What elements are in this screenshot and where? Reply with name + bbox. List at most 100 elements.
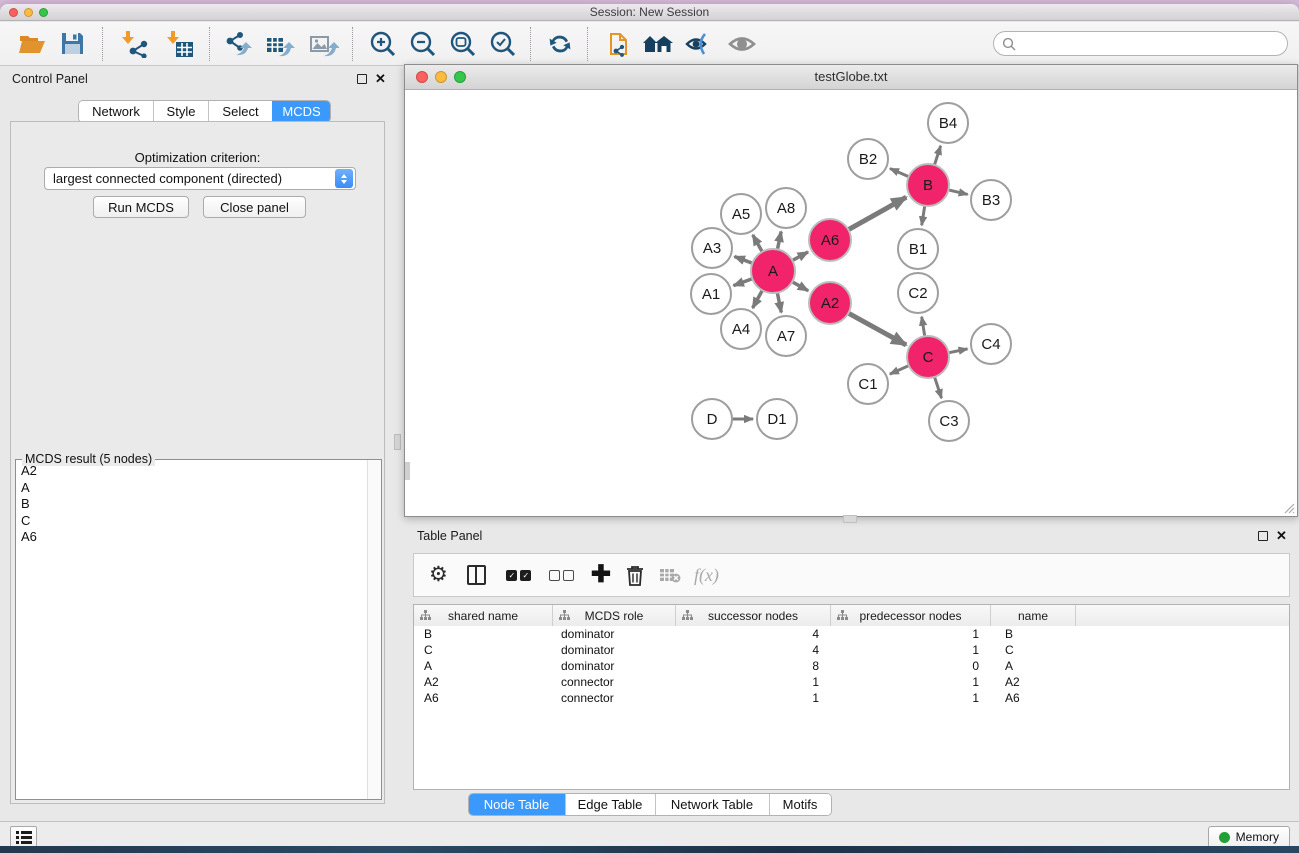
open-file-icon[interactable] [12,25,52,63]
network-window-titlebar[interactable]: testGlobe.txt [405,65,1297,90]
node-B3[interactable]: B3 [971,180,1011,220]
edge-A-A4[interactable] [753,289,764,308]
table-row[interactable]: Bdominator41B [414,626,1289,642]
resize-grip-icon[interactable] [1283,502,1295,514]
result-list-item[interactable]: C [17,513,366,530]
column-header-name[interactable]: name [991,605,1076,626]
result-list-item[interactable]: A6 [17,529,366,546]
edge-A6-B[interactable] [847,197,907,230]
delete-column-icon[interactable] [626,560,644,590]
node-C3[interactable]: C3 [929,401,969,441]
edge-A-A2[interactable] [790,281,808,291]
tab-network[interactable]: Network [79,101,153,122]
import-network-icon[interactable] [115,25,155,63]
node-A5[interactable]: A5 [721,194,761,234]
show-graphics-icon[interactable] [722,25,762,63]
result-scrollbar[interactable] [367,460,381,799]
node-B2[interactable]: B2 [848,139,888,179]
import-table-icon[interactable] [160,25,200,63]
edge-C-C3[interactable] [934,375,942,398]
tab-node-table[interactable]: Node Table [469,794,565,815]
node-C1[interactable]: C1 [848,364,888,404]
node-A6[interactable]: A6 [809,219,851,261]
edge-A-A7[interactable] [777,291,781,313]
edge-B-B2[interactable] [890,169,911,178]
close-panel-button[interactable]: Close panel [203,196,306,218]
node-A7[interactable]: A7 [766,316,806,356]
tab-network-table[interactable]: Network Table [655,794,769,815]
column-header-shared-name[interactable]: shared name [414,605,553,626]
node-A2[interactable]: A2 [809,282,851,324]
settings-gear-icon[interactable]: ⚙ [429,560,448,590]
function-builder-icon[interactable]: f(x) [694,560,719,590]
result-list-item[interactable]: A2 [17,463,366,480]
node-B[interactable]: B [907,164,949,206]
edge-C-C1[interactable] [890,365,911,374]
edge-B-B1[interactable] [922,204,925,226]
edge-B-B4[interactable] [934,146,941,167]
tab-mcds[interactable]: MCDS [272,101,330,122]
deselect-all-icon[interactable] [548,560,576,590]
node-A4[interactable]: A4 [721,309,761,349]
edge-A2-C[interactable] [847,312,906,345]
home-network-icon[interactable] [638,25,678,63]
select-all-icon[interactable]: ✓✓ [505,560,533,590]
column-header-successor-nodes[interactable]: successor nodes [676,605,831,626]
horizontal-splitter-handle[interactable] [843,515,857,523]
search-box[interactable] [993,31,1288,56]
zoom-selected-icon[interactable] [483,25,523,63]
edge-A-A3[interactable] [734,256,754,263]
refresh-icon[interactable] [540,25,580,63]
tab-select[interactable]: Select [208,101,272,122]
edge-A-A8[interactable] [777,232,781,252]
network-from-file-icon[interactable] [598,25,638,63]
close-panel-icon[interactable]: ✕ [375,74,386,84]
edge-A-A1[interactable] [734,278,755,286]
vertical-splitter-handle[interactable] [394,434,401,450]
node-D[interactable]: D [692,399,732,439]
table-row[interactable]: A6connector11A6 [414,690,1289,706]
node-C[interactable]: C [907,336,949,378]
export-image-icon[interactable] [304,25,344,63]
close-table-panel-icon[interactable]: ✕ [1276,531,1287,541]
zoom-fit-icon[interactable] [443,25,483,63]
hide-graphics-icon[interactable] [678,25,718,63]
float-table-panel-icon[interactable] [1258,531,1268,541]
node-B1[interactable]: B1 [898,229,938,269]
column-header-predecessor-nodes[interactable]: predecessor nodes [831,605,991,626]
edge-C-C2[interactable] [922,317,925,339]
column-visibility-icon[interactable] [467,560,486,590]
tab-motifs[interactable]: Motifs [769,794,831,815]
zoom-out-icon[interactable] [403,25,443,63]
export-table-icon[interactable] [260,25,300,63]
edge-B-B3[interactable] [946,189,967,194]
delete-table-icon[interactable] [659,560,681,590]
edge-C-C4[interactable] [947,349,968,353]
export-network-icon[interactable] [218,25,258,63]
node-A[interactable]: A [751,249,795,293]
add-column-icon[interactable]: ✚ [591,560,611,590]
save-session-icon[interactable] [52,25,92,63]
node-C4[interactable]: C4 [971,324,1011,364]
search-input[interactable] [1021,36,1287,51]
tab-edge-table[interactable]: Edge Table [565,794,655,815]
node-A1[interactable]: A1 [691,274,731,314]
float-panel-icon[interactable] [357,74,367,84]
result-list-item[interactable]: A [17,480,366,497]
zoom-in-icon[interactable] [363,25,403,63]
task-history-button[interactable] [10,826,37,847]
mcds-result-list[interactable]: A2ABCA6 [17,463,366,798]
node-A3[interactable]: A3 [692,228,732,268]
node-A8[interactable]: A8 [766,188,806,228]
table-row[interactable]: A2connector11A2 [414,674,1289,690]
canvas-scrollbar-thumb[interactable] [405,462,410,480]
node-B4[interactable]: B4 [928,103,968,143]
run-mcds-button[interactable]: Run MCDS [93,196,189,218]
node-D1[interactable]: D1 [757,399,797,439]
edge-A-A5[interactable] [753,235,763,254]
node-C2[interactable]: C2 [898,273,938,313]
tab-style[interactable]: Style [153,101,208,122]
table-row[interactable]: Adominator80A [414,658,1289,674]
network-canvas[interactable]: B4 B2 B B3 A5A8A6 A3 B1 A A1 A2 C2 A4A7 C4 C C1 D D1 C3 [405,90,1297,516]
memory-button[interactable]: Memory [1208,826,1290,847]
